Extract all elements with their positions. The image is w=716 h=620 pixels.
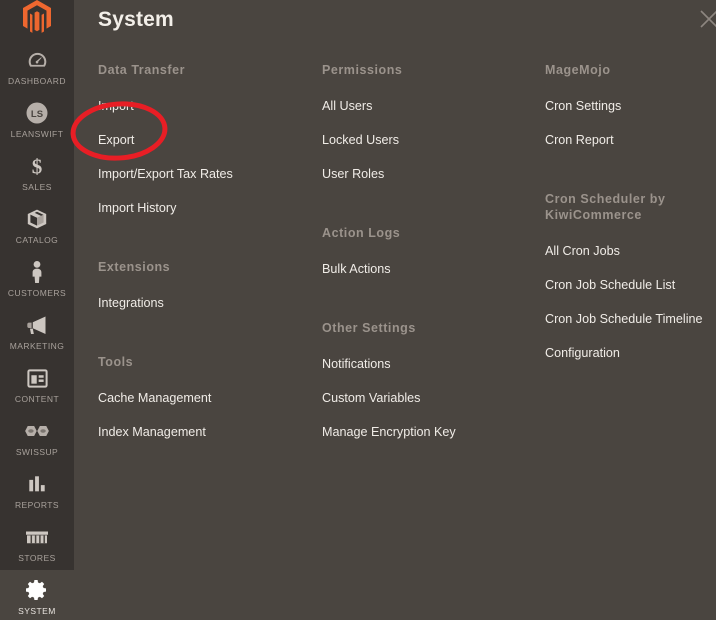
menu-item-cron-job-schedule-list[interactable]: Cron Job Schedule List xyxy=(545,268,716,302)
menu-item-index-management[interactable]: Index Management xyxy=(98,415,322,449)
sidebar-label-leanswift: LEANSWIFT xyxy=(10,129,64,139)
page-title: System xyxy=(98,8,174,31)
menu-column-3: MageMojo Cron Settings Cron Report Cron … xyxy=(545,62,716,370)
menu-item-import[interactable]: Import xyxy=(98,89,322,123)
close-x-icon[interactable] xyxy=(696,6,716,32)
menu-item-notifications[interactable]: Notifications xyxy=(322,347,544,381)
menu-item-cache-management[interactable]: Cache Management xyxy=(98,381,322,415)
person-icon xyxy=(24,259,50,285)
menu-group-cron-scheduler-kiwicommerce: Cron Scheduler by KiwiCommerce All Cron … xyxy=(545,191,716,370)
sidebar-label-stores: STORES xyxy=(18,553,56,563)
gear-icon xyxy=(24,577,50,603)
menu-group-action-logs: Action Logs Bulk Actions xyxy=(322,225,544,286)
sidebar-label-swissup: SWISSUP xyxy=(15,447,59,457)
group-title-permissions: Permissions xyxy=(322,63,403,77)
leanswift-ls-badge-icon: LS xyxy=(24,100,50,126)
menu-item-locked-users[interactable]: Locked Users xyxy=(322,123,544,157)
megaphone-icon xyxy=(24,312,50,338)
sidebar-item-dashboard[interactable]: DASHBOARD xyxy=(0,40,74,93)
sidebar-item-content[interactable]: CONTENT xyxy=(0,358,74,411)
menu-item-all-cron-jobs[interactable]: All Cron Jobs xyxy=(545,234,716,268)
menu-column-1: Data Transfer Import Export Import/Expor… xyxy=(98,62,322,449)
sidebar-item-stores[interactable]: STORES xyxy=(0,517,74,570)
sidebar-item-customers[interactable]: CUSTOMERS xyxy=(0,252,74,305)
magento-logo[interactable] xyxy=(0,0,74,34)
menu-columns: Data Transfer Import Export Import/Expor… xyxy=(74,62,716,602)
menu-column-2: Permissions All Users Locked Users User … xyxy=(322,62,544,449)
sidebar-label-content: CONTENT xyxy=(14,394,60,404)
menu-item-import-export-tax-rates[interactable]: Import/Export Tax Rates xyxy=(98,157,322,191)
group-title-action-logs: Action Logs xyxy=(322,226,401,240)
sidebar-item-leanswift[interactable]: LS LEANSWIFT xyxy=(0,93,74,146)
group-title-other-settings: Other Settings xyxy=(322,321,416,335)
sidebar-label-dashboard: DASHBOARD xyxy=(8,76,66,86)
menu-group-data-transfer: Data Transfer Import Export Import/Expor… xyxy=(98,62,322,225)
system-menu-overlay: DASHBOARD LS LEANSWIFT $ SALES CATALOG C… xyxy=(0,0,716,620)
sidebar-item-reports[interactable]: REPORTS xyxy=(0,464,74,517)
storefront-awning-icon xyxy=(24,524,50,550)
menu-group-extensions: Extensions Integrations xyxy=(98,259,322,320)
menu-group-permissions: Permissions All Users Locked Users User … xyxy=(322,62,544,191)
menu-group-other-settings: Other Settings Notifications Custom Vari… xyxy=(322,320,544,449)
menu-item-user-roles[interactable]: User Roles xyxy=(322,157,544,191)
sidebar-item-swissup[interactable]: SWISSUP xyxy=(0,411,74,464)
layout-panel-icon xyxy=(24,365,50,391)
magento-logo-icon xyxy=(23,0,51,33)
menu-item-cron-settings[interactable]: Cron Settings xyxy=(545,89,716,123)
menu-group-magemojo: MageMojo Cron Settings Cron Report xyxy=(545,62,716,157)
panel-header: System xyxy=(74,0,716,50)
menu-item-cron-report[interactable]: Cron Report xyxy=(545,123,716,157)
dollar-sign-icon: $ xyxy=(24,153,50,179)
menu-item-custom-variables[interactable]: Custom Variables xyxy=(322,381,544,415)
dashboard-gauge-icon xyxy=(24,47,50,73)
group-title-tools: Tools xyxy=(98,355,134,369)
menu-group-tools: Tools Cache Management Index Management xyxy=(98,354,322,449)
system-panel: System Data Transfer Import Export Impor… xyxy=(74,0,716,620)
sidebar-label-reports: REPORTS xyxy=(14,500,60,510)
sidebar-item-marketing[interactable]: MARKETING xyxy=(0,305,74,358)
sidebar-label-sales: SALES xyxy=(22,182,52,192)
menu-item-manage-encryption-key[interactable]: Manage Encryption Key xyxy=(322,415,544,449)
sidebar-label-system: SYSTEM xyxy=(18,606,56,616)
svg-text:LS: LS xyxy=(31,109,43,120)
menu-item-export[interactable]: Export xyxy=(98,123,322,157)
menu-item-integrations[interactable]: Integrations xyxy=(98,286,322,320)
sidebar-item-system[interactable]: SYSTEM xyxy=(0,570,74,620)
double-hexagon-icon xyxy=(24,418,50,444)
menu-item-configuration[interactable]: Configuration xyxy=(545,336,716,370)
sidebar-item-sales[interactable]: $ SALES xyxy=(0,146,74,199)
sidebar-label-marketing: MARKETING xyxy=(9,341,65,351)
menu-item-bulk-actions[interactable]: Bulk Actions xyxy=(322,252,544,286)
group-title-magemojo: MageMojo xyxy=(545,63,611,77)
menu-item-all-users[interactable]: All Users xyxy=(322,89,544,123)
sidebar-label-customers: CUSTOMERS xyxy=(7,288,67,298)
box-icon xyxy=(24,206,50,232)
svg-text:$: $ xyxy=(32,155,43,179)
sidebar-item-catalog[interactable]: CATALOG xyxy=(0,199,74,252)
admin-sidebar: DASHBOARD LS LEANSWIFT $ SALES CATALOG C… xyxy=(0,0,74,620)
menu-item-cron-job-schedule-timeline[interactable]: Cron Job Schedule Timeline xyxy=(545,302,716,336)
menu-item-import-history[interactable]: Import History xyxy=(98,191,322,225)
group-title-data-transfer: Data Transfer xyxy=(98,63,186,77)
group-title-extensions: Extensions xyxy=(98,260,171,274)
group-title-cron-scheduler: Cron Scheduler by KiwiCommerce xyxy=(545,192,666,222)
sidebar-label-catalog: CATALOG xyxy=(15,235,59,245)
bar-chart-icon xyxy=(24,471,50,497)
